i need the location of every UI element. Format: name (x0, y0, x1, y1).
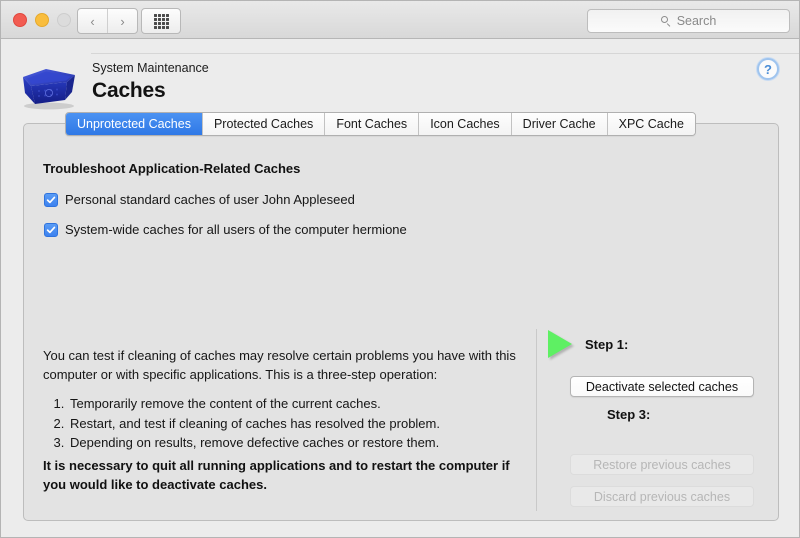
tab-driver-cache[interactable]: Driver Cache (511, 113, 607, 135)
green-play-arrow-icon (548, 330, 572, 358)
grid-view-icon[interactable] (141, 8, 181, 34)
help-button[interactable]: ? (757, 58, 779, 80)
deactivate-selected-caches-button[interactable]: Deactivate selected caches (570, 376, 754, 397)
tab-icon-caches[interactable]: Icon Caches (418, 113, 510, 135)
discard-previous-caches-button: Discard previous caches (570, 486, 754, 507)
checkbox-label-personal-caches: Personal standard caches of user John Ap… (65, 192, 355, 207)
step-item: Depending on results, remove defective c… (68, 433, 523, 453)
minimize-button[interactable] (35, 13, 49, 27)
tab-protected-caches[interactable]: Protected Caches (202, 113, 324, 135)
warning-text: It is necessary to quit all running appl… (43, 456, 533, 494)
checkbox-row-systemwide-caches[interactable]: System-wide caches for all users of the … (44, 222, 407, 237)
checkbox-personal-caches[interactable] (44, 193, 58, 207)
breadcrumb: System Maintenance (92, 61, 209, 75)
blue-crate-icon (15, 59, 81, 111)
description-text: You can test if cleaning of caches may r… (43, 346, 523, 384)
step3-label: Step 3: (607, 407, 650, 422)
close-button[interactable] (13, 13, 27, 27)
checkmark-icon (46, 225, 56, 235)
window-controls (13, 13, 71, 27)
checkmark-icon (46, 195, 56, 205)
tab-font-caches[interactable]: Font Caches (324, 113, 418, 135)
tab-xpc-cache[interactable]: XPC Cache (607, 113, 695, 135)
vertical-divider (536, 329, 537, 511)
tab-unprotected-caches[interactable]: Unprotected Caches (66, 113, 202, 135)
section-title: Troubleshoot Application-Related Caches (43, 161, 300, 176)
steps-list: Temporarily remove the content of the cu… (43, 394, 523, 453)
search-placeholder: Search (677, 14, 717, 28)
navigation-buttons: ‹ › (77, 8, 138, 34)
restore-previous-caches-button: Restore previous caches (570, 454, 754, 475)
description-block: You can test if cleaning of caches may r… (43, 346, 523, 453)
back-icon[interactable]: ‹ (78, 9, 107, 33)
header: System Maintenance Caches ? (1, 39, 799, 119)
app-window: ‹ › Search (0, 0, 800, 538)
tab-bar: Unprotected Caches Protected Caches Font… (65, 112, 696, 136)
zoom-button (57, 13, 71, 27)
header-divider (91, 53, 799, 54)
search-icon (661, 16, 672, 27)
titlebar: ‹ › Search (1, 1, 799, 39)
step1-indicator: Step 1: (548, 330, 628, 358)
step-item: Temporarily remove the content of the cu… (68, 394, 523, 414)
content-panel: Troubleshoot Application-Related Caches … (23, 123, 779, 521)
forward-icon[interactable]: › (107, 9, 137, 33)
step1-label: Step 1: (585, 337, 628, 352)
checkbox-row-personal-caches[interactable]: Personal standard caches of user John Ap… (44, 192, 355, 207)
grid-dots (154, 14, 169, 29)
search-input[interactable]: Search (587, 9, 790, 33)
step-item: Restart, and test if cleaning of caches … (68, 414, 523, 434)
checkbox-label-systemwide-caches: System-wide caches for all users of the … (65, 222, 407, 237)
checkbox-systemwide-caches[interactable] (44, 223, 58, 237)
page-title: Caches (92, 79, 166, 103)
